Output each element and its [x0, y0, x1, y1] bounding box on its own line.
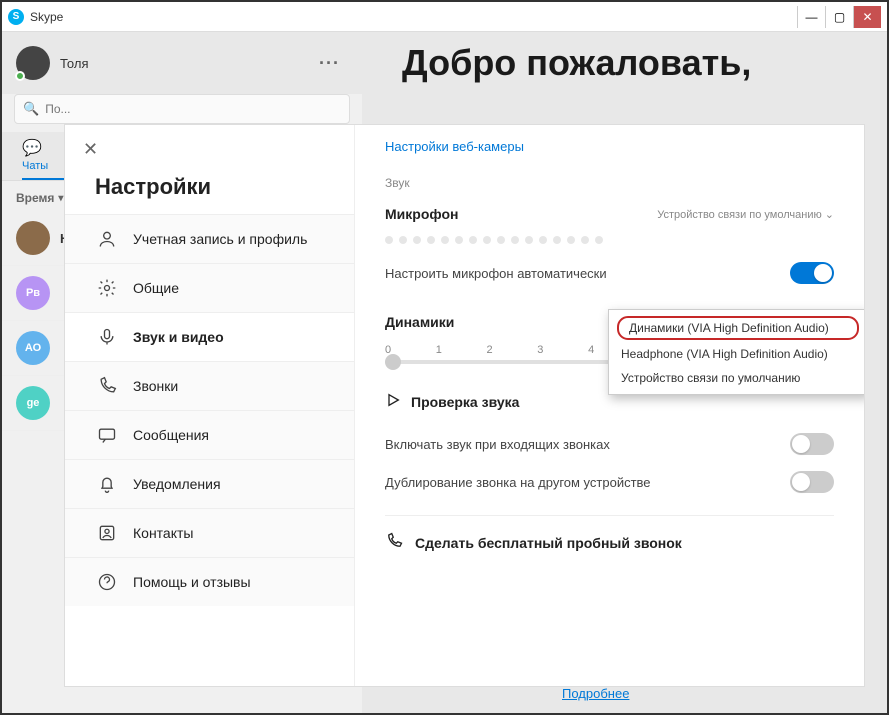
contact-avatar: [16, 221, 50, 255]
contact-avatar: ge: [16, 386, 50, 420]
contact-avatar: Рв: [16, 276, 50, 310]
presence-online-icon: [15, 71, 25, 81]
close-settings-button[interactable]: ✕: [65, 125, 354, 174]
chevron-down-icon: ⌄: [825, 209, 834, 221]
message-icon: [95, 425, 119, 445]
nav-contacts[interactable]: Контакты: [65, 508, 354, 557]
ring-incoming-toggle[interactable]: [790, 433, 834, 455]
phone-icon: [385, 532, 403, 553]
minimize-button[interactable]: —: [797, 6, 825, 28]
auto-mic-label: Настроить микрофон автоматически: [385, 266, 607, 281]
duplicate-ring-label: Дублирование звонка на другом устройстве: [385, 475, 651, 490]
slider-thumb[interactable]: [385, 354, 401, 370]
maximize-button[interactable]: ▢: [825, 6, 853, 28]
search-box[interactable]: 🔍: [14, 94, 350, 124]
welcome-heading: Добро пожаловать,: [402, 42, 751, 84]
settings-nav: ✕ Настройки Учетная запись и профиль Общ…: [65, 125, 355, 686]
gear-icon: [95, 278, 119, 298]
settings-content: Настройки веб-камеры Звук Микрофон Устро…: [355, 125, 864, 686]
learn-more-link[interactable]: Подробнее: [562, 686, 629, 701]
contacts-icon: [95, 523, 119, 543]
ring-incoming-label: Включать звук при входящих звонках: [385, 437, 610, 452]
speaker-device-dropdown: Динамики (VIA High Definition Audio) Hea…: [608, 309, 864, 395]
nav-messages[interactable]: Сообщения: [65, 410, 354, 459]
avatar[interactable]: [16, 46, 50, 80]
dropdown-option-default-device[interactable]: Устройство связи по умолчанию: [609, 366, 864, 390]
skype-logo-icon: S: [8, 9, 24, 25]
dropdown-option-headphone-via[interactable]: Headphone (VIA High Definition Audio): [609, 342, 864, 366]
search-input[interactable]: [45, 102, 341, 116]
contact-avatar: АО: [16, 331, 50, 365]
window-title: Skype: [30, 10, 797, 24]
microphone-label: Микрофон: [385, 206, 458, 222]
microphone-device-selector[interactable]: Устройство связи по умолчанию ⌄: [657, 208, 834, 221]
sound-section-label: Звук: [385, 176, 834, 190]
help-icon: [95, 572, 119, 592]
nav-notifications[interactable]: Уведомления: [65, 459, 354, 508]
nav-general[interactable]: Общие: [65, 263, 354, 312]
close-button[interactable]: ✕: [853, 6, 881, 28]
bell-icon: [95, 474, 119, 494]
speakers-label: Динамики: [385, 314, 454, 330]
search-icon: 🔍: [23, 101, 39, 117]
nav-calls[interactable]: Звонки: [65, 361, 354, 410]
auto-mic-toggle[interactable]: [790, 262, 834, 284]
settings-title: Настройки: [65, 174, 354, 214]
settings-modal: ✕ Настройки Учетная запись и профиль Общ…: [64, 124, 865, 687]
microphone-icon: [95, 327, 119, 347]
mic-level-meter: [385, 230, 834, 254]
play-icon: [385, 392, 401, 411]
webcam-settings-link[interactable]: Настройки веб-камеры: [385, 139, 834, 154]
dropdown-option-speakers-via[interactable]: Динамики (VIA High Definition Audio): [617, 316, 859, 340]
chevron-down-icon: ▾: [58, 193, 63, 204]
nav-account[interactable]: Учетная запись и профиль: [65, 214, 354, 263]
duplicate-ring-toggle[interactable]: [790, 471, 834, 493]
nav-help[interactable]: Помощь и отзывы: [65, 557, 354, 606]
free-test-call-button[interactable]: Сделать бесплатный пробный звонок: [385, 515, 834, 553]
person-icon: [95, 229, 119, 249]
phone-icon: [95, 376, 119, 396]
nav-audio-video[interactable]: Звук и видео: [65, 312, 354, 361]
window-title-bar: S Skype — ▢ ✕: [2, 2, 887, 32]
more-menu-button[interactable]: ···: [319, 53, 340, 74]
profile-name: Толя: [60, 56, 319, 71]
speaker-volume-slider[interactable]: 0 1 2 3 4 5: [385, 338, 645, 378]
profile-row[interactable]: Толя ···: [2, 32, 362, 94]
